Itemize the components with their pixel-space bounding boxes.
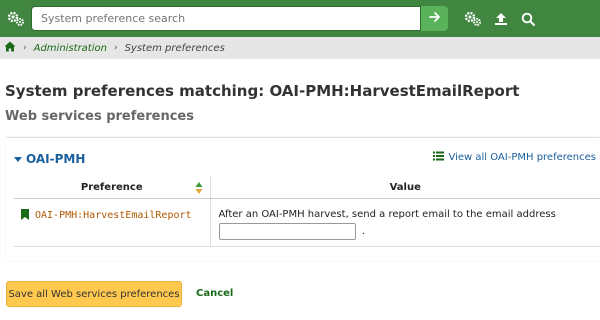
preference-name[interactable]: OAI-PMH:HarvestEmailReport (21, 208, 192, 223)
breadcrumb-current: System preferences (124, 42, 225, 54)
top-bar (0, 0, 600, 37)
search-input[interactable] (32, 7, 420, 30)
preferences-table: Preference Value OAI-PMH:HarvestEmailRep… (14, 177, 600, 247)
cogs-icon[interactable] (6, 9, 26, 29)
value-cell: After an OAI-PMH harvest, send a report … (210, 198, 600, 247)
bookmark-icon (21, 208, 29, 223)
breadcrumb-administration[interactable]: Administration (34, 43, 107, 54)
breadcrumb: › Administration › System preferences (0, 37, 600, 59)
page-title: System preferences matching: OAI-PMH:Har… (5, 82, 520, 100)
column-header-label: Value (389, 181, 421, 193)
search-icon[interactable] (517, 8, 539, 30)
preference-name-label: OAI-PMH:HarvestEmailReport (35, 210, 192, 221)
sort-icon (195, 181, 203, 195)
arrow-right-icon (428, 11, 441, 26)
caret-down-icon (14, 156, 22, 162)
column-header-label: Preference (80, 181, 143, 193)
column-header-value: Value (210, 177, 600, 199)
view-all-link[interactable]: View all OAI-PMH preferences (433, 151, 596, 164)
section-toggle[interactable]: OAI-PMH (14, 152, 85, 166)
preferences-panel: OAI-PMH View all OAI-PMH preferences Pre… (6, 137, 600, 261)
preference-description: After an OAI-PMH harvest, send a report … (218, 208, 556, 220)
cogs-icon[interactable] (462, 8, 484, 30)
view-all-label: View all OAI-PMH preferences (448, 152, 596, 163)
section-title: OAI-PMH (26, 152, 86, 166)
email-address-input[interactable] (218, 222, 356, 240)
cancel-link[interactable]: Cancel (196, 288, 233, 299)
search-box (31, 6, 421, 31)
preference-cell: OAI-PMH:HarvestEmailReport (14, 198, 211, 247)
breadcrumb-separator: › (113, 43, 118, 53)
home-icon[interactable] (4, 41, 16, 55)
description-suffix: . (361, 225, 365, 237)
table-row: OAI-PMH:HarvestEmailReport After an OAI-… (14, 198, 600, 247)
table-header-row: Preference Value (14, 177, 600, 199)
breadcrumb-separator: › (23, 43, 27, 53)
search-submit-button[interactable] (421, 6, 448, 31)
save-all-button[interactable]: Save all Web services preferences (6, 281, 182, 307)
page-subtitle: Web services preferences (5, 109, 194, 124)
upload-icon[interactable] (490, 8, 512, 30)
column-header-preference[interactable]: Preference (14, 177, 211, 199)
list-icon (433, 151, 445, 164)
